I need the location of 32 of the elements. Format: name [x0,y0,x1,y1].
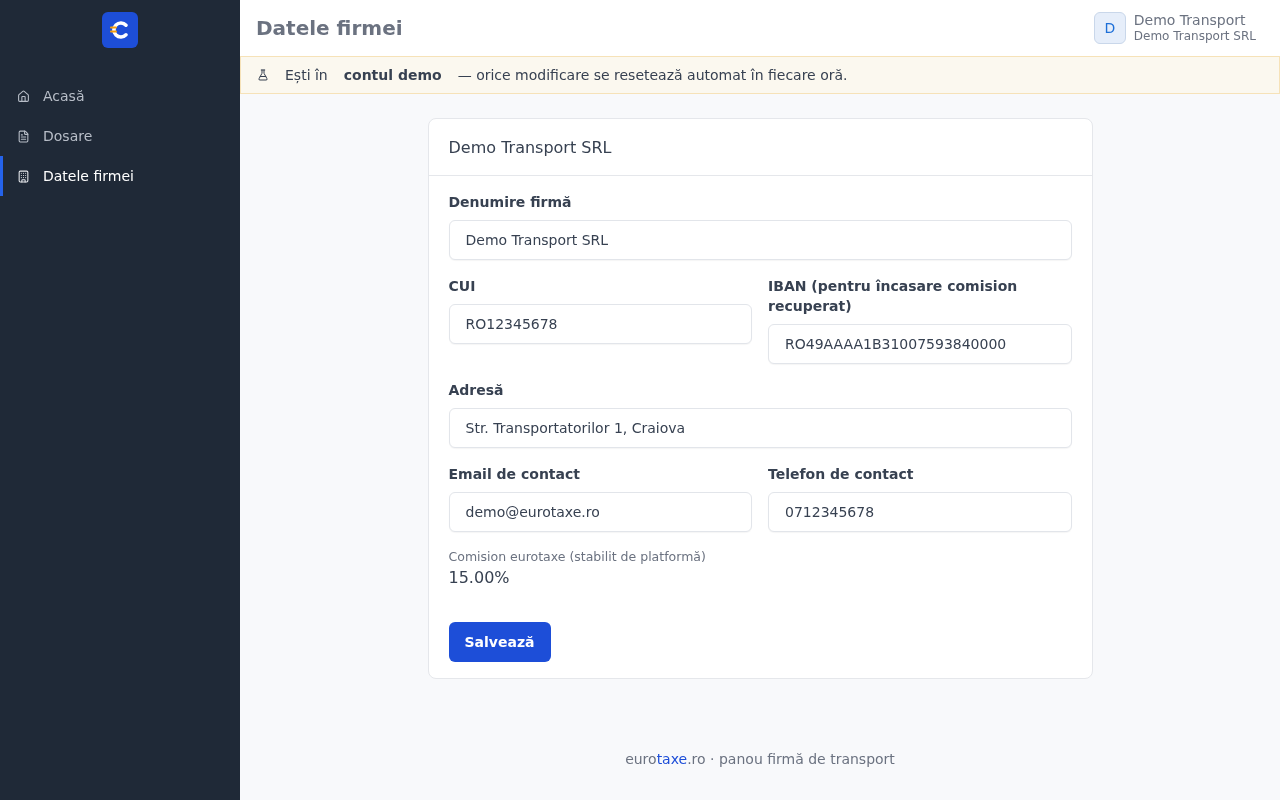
field-label: Adresă [448,381,505,400]
notice-text: — orice modificare se resetează automat în fiecare oră. [457,67,848,83]
flask-icon [257,69,269,81]
input-field[interactable]: 0712345678 [768,492,1072,532]
field-label: CUI [448,277,477,296]
field-label: Denumire firmă [448,193,573,212]
logo-icon [102,12,138,48]
building-icon [17,169,30,183]
field-label: IBAN (pentru încasare comision recuperat) [768,277,1019,316]
user-avatar[interactable]: D [1093,12,1126,44]
commission-value: 15.00% [448,567,510,589]
user-company: Demo Transport SRL [1133,29,1256,44]
card-title: Demo Transport SRL [448,137,612,157]
commission-label: Comision eurotaxe (stabilit de platformă) [448,548,706,566]
input-field[interactable]: RO49AAAA1B31007593840000 [768,324,1072,364]
input-field[interactable]: RO12345678 [448,304,752,344]
input-field[interactable]: Str. Transportatorilor 1, Craiova [448,408,1072,448]
save-button[interactable]: Salvează [448,622,551,662]
notice-emphasis: contul demo [343,67,442,83]
field-label: Email de contact [448,465,581,484]
user-name: Demo Transport [1133,12,1247,30]
home-icon [17,89,30,103]
field-label: Telefon de contact [768,465,915,484]
sidebar-item[interactable]: Datele firmei [0,156,240,196]
notice-text: Ești în [285,67,328,83]
document-icon [17,129,30,143]
page-title: Datele firmei [256,16,403,40]
sidebar-item[interactable]: Dosare [0,116,240,156]
footer-text: eurotaxe.ro · panou firmă de transport [625,751,895,767]
input-field[interactable]: demo@eurotaxe.ro [448,492,752,532]
sidebar-item[interactable]: Acasă [0,76,240,116]
input-field[interactable]: Demo Transport SRL [448,220,1072,260]
